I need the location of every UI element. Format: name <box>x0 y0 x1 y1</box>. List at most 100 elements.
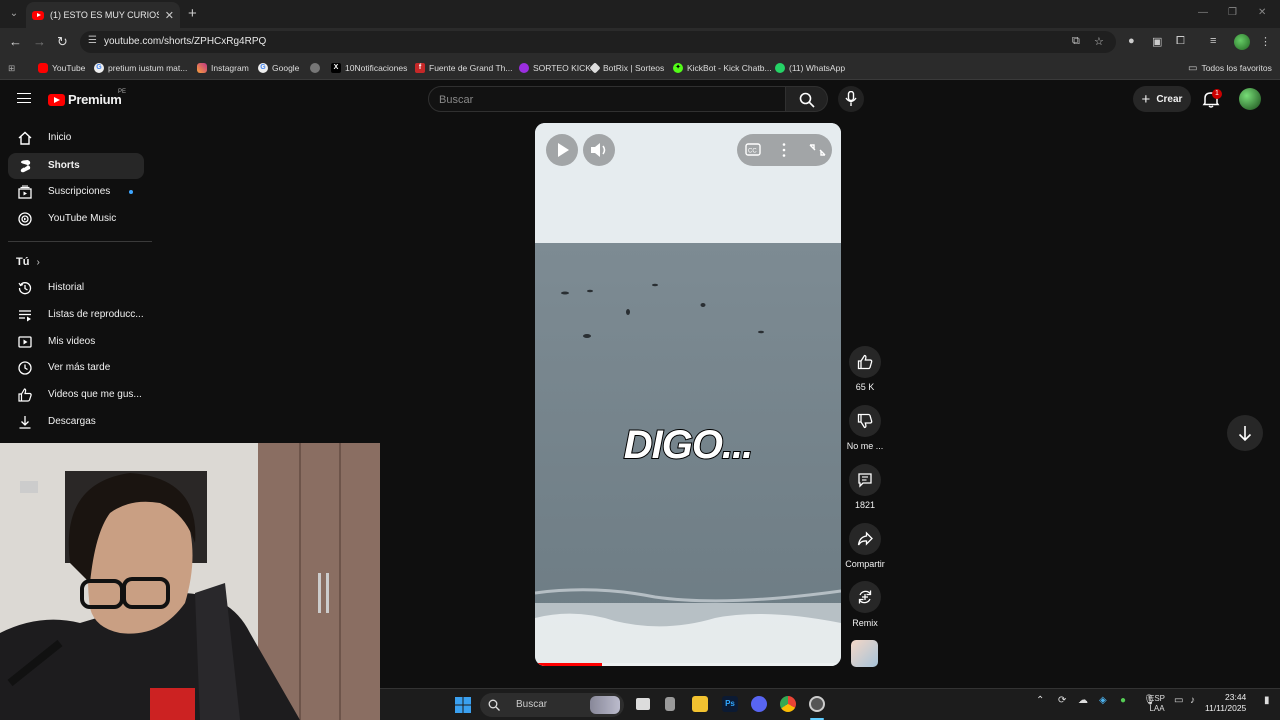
next-short-button[interactable] <box>1227 415 1263 451</box>
sidebar-label: Descargas <box>48 416 96 427</box>
sidebar-label: Mis videos <box>48 336 96 347</box>
volume-button[interactable] <box>583 134 615 166</box>
thumbs-down-icon <box>857 413 873 429</box>
language-code: ESP <box>1148 694 1165 703</box>
obs-icon[interactable] <box>809 696 825 712</box>
all-bookmarks[interactable]: ▭ Todos los favoritos <box>1188 61 1272 75</box>
video-progress-bar[interactable] <box>535 663 841 666</box>
close-window-icon[interactable]: ✕ <box>1258 7 1266 18</box>
volume-icon[interactable]: ♪ <box>1190 695 1195 706</box>
tab-search-icon[interactable]: ⌄ <box>6 6 22 22</box>
sync-icon[interactable]: ⟳ <box>1058 695 1066 706</box>
sidebar-item-mis-videos[interactable]: Mis videos <box>8 329 144 355</box>
bookmark-x[interactable]: X 10Notificaciones <box>331 61 407 75</box>
reload-icon[interactable]: ↻ <box>57 34 68 50</box>
shield-icon[interactable]: ● <box>1120 695 1126 706</box>
task-view-icon[interactable] <box>636 698 650 710</box>
kickbot-icon: ✦ <box>673 63 683 73</box>
bookmark-globe[interactable] <box>310 61 324 75</box>
minimize-icon[interactable]: — <box>1198 7 1208 18</box>
bookmark-youtube[interactable]: YouTube <box>38 61 85 75</box>
media-control-icon[interactable]: ≡ <box>1210 35 1216 47</box>
dislike-button[interactable] <box>849 405 881 437</box>
security-icon[interactable]: ◈ <box>1099 695 1107 706</box>
sidebar-item-shorts[interactable]: Shorts <box>8 153 144 179</box>
youtube-premium-logo[interactable]: Premium <box>48 92 122 107</box>
new-tab-button[interactable]: + <box>188 5 197 22</box>
clock-date: 11/11/2025 <box>1205 703 1247 713</box>
maximize-icon[interactable]: ❐ <box>1228 7 1237 18</box>
sidebar-item-historial[interactable]: Historial <box>8 275 144 301</box>
comments-button[interactable] <box>849 464 881 496</box>
voice-search-button[interactable] <box>838 86 864 112</box>
search-input[interactable]: Buscar <box>428 86 786 112</box>
bookmark-instagram[interactable]: Instagram <box>197 61 249 75</box>
apps-grid-icon[interactable]: ⊞ <box>8 61 15 75</box>
video-caption: DIGO... <box>623 422 755 468</box>
play-button[interactable] <box>546 134 578 166</box>
network-icon[interactable]: ▭ <box>1174 695 1183 706</box>
sidebar-item-youtube-music[interactable]: YouTube Music <box>8 206 144 232</box>
notification-count-badge: 1 <box>1212 89 1222 99</box>
bookmark-label: Google <box>272 63 300 73</box>
system-clock[interactable]: 23:44 11/11/2025 <box>1205 692 1246 714</box>
file-explorer-icon[interactable] <box>692 696 708 712</box>
menu-icon[interactable] <box>17 93 31 103</box>
create-button[interactable]: + Crear <box>1133 86 1191 112</box>
chevron-up-icon[interactable]: ⌃ <box>1036 695 1044 706</box>
discord-icon[interactable] <box>751 696 767 712</box>
share-button[interactable] <box>849 523 881 555</box>
bookmark-pretium[interactable]: Gpretium iustum mat... <box>94 61 187 75</box>
back-icon[interactable]: ← <box>9 34 22 49</box>
url-text: youtube.com/shorts/ZPHCxRg4RPQ <box>104 36 267 47</box>
you-section-header[interactable]: Tú › <box>16 256 40 268</box>
extensions-puzzle-icon[interactable]: ⧠ <box>1176 35 1185 48</box>
extension-icon[interactable]: ● <box>1128 35 1135 47</box>
chrome-icon[interactable] <box>780 696 796 712</box>
like-button[interactable] <box>849 346 881 378</box>
profile-avatar[interactable] <box>1234 34 1250 50</box>
logo-text: Premium <box>68 92 122 107</box>
captions-menu-fullscreen-icons[interactable]: CC <box>737 134 832 166</box>
bookmark-whatsapp[interactable]: (11) WhatsApp <box>775 61 845 75</box>
sidebar-item-descargas[interactable]: Descargas <box>8 409 144 435</box>
sidebar-item-ver-mas-tarde[interactable]: Ver más tarde <box>8 355 144 381</box>
shorts-icon <box>20 160 31 173</box>
create-label: Crear <box>1156 93 1183 105</box>
photoshop-icon[interactable]: Ps <box>722 696 738 712</box>
bookmark-sorteo[interactable]: SORTEO KICK <box>519 61 591 75</box>
sidebar-item-inicio[interactable]: Inicio <box>8 125 144 151</box>
sidebar-item-liked-videos[interactable]: Videos que me gus... <box>8 382 144 408</box>
site-info-icon[interactable]: ☰ <box>88 35 97 46</box>
forward-icon[interactable]: → <box>33 34 46 49</box>
language-indicator[interactable]: ESP LAA <box>1145 694 1169 714</box>
bookmark-gta[interactable]: f Fuente de Grand Th... <box>415 61 512 75</box>
address-bar[interactable]: ☰ youtube.com/shorts/ZPHCxRg4RPQ ⧉ ☆ <box>80 31 1116 53</box>
search-button[interactable] <box>786 86 828 112</box>
app-icon[interactable] <box>665 697 675 711</box>
bookmark-google[interactable]: G Google <box>258 61 299 75</box>
bookmark-botrix[interactable]: BotRix | Sorteos <box>589 61 664 75</box>
sidebar-item-playlists[interactable]: Listas de reproducc... <box>8 302 144 328</box>
browser-tab[interactable]: (1) ESTO ES MUY CURIOSO DE ... ✕ <box>26 2 180 28</box>
extension-icon-2[interactable]: ▣ <box>1152 35 1162 48</box>
clock-time: 23:44 <box>1225 692 1247 702</box>
bookmark-star-icon[interactable]: ☆ <box>1094 35 1104 48</box>
audio-source-thumbnail[interactable] <box>851 640 878 667</box>
windows-start-icon[interactable] <box>454 696 472 714</box>
svg-text:CC: CC <box>748 149 757 155</box>
remix-button[interactable] <box>849 581 881 613</box>
short-video-player[interactable]: CC DIGO... <box>535 123 841 666</box>
notification-center-icon[interactable]: ▮ <box>1264 695 1270 706</box>
account-avatar[interactable] <box>1239 88 1261 110</box>
chrome-menu-icon[interactable]: ⋮ <box>1260 35 1271 48</box>
close-tab-icon[interactable]: ✕ <box>165 9 174 22</box>
bookmark-label: Instagram <box>211 63 249 73</box>
cloud-icon[interactable]: ☁ <box>1078 695 1088 706</box>
sidebar-item-suscripciones[interactable]: Suscripciones <box>8 179 144 205</box>
folder-icon: ▭ <box>1188 62 1198 74</box>
cast-icon[interactable]: ⧉ <box>1072 35 1080 48</box>
sidebar-label: Inicio <box>48 132 72 143</box>
bookmark-kickbot[interactable]: ✦ KickBot - Kick Chatb... <box>673 61 772 75</box>
taskbar-search[interactable]: Buscar <box>480 693 624 717</box>
